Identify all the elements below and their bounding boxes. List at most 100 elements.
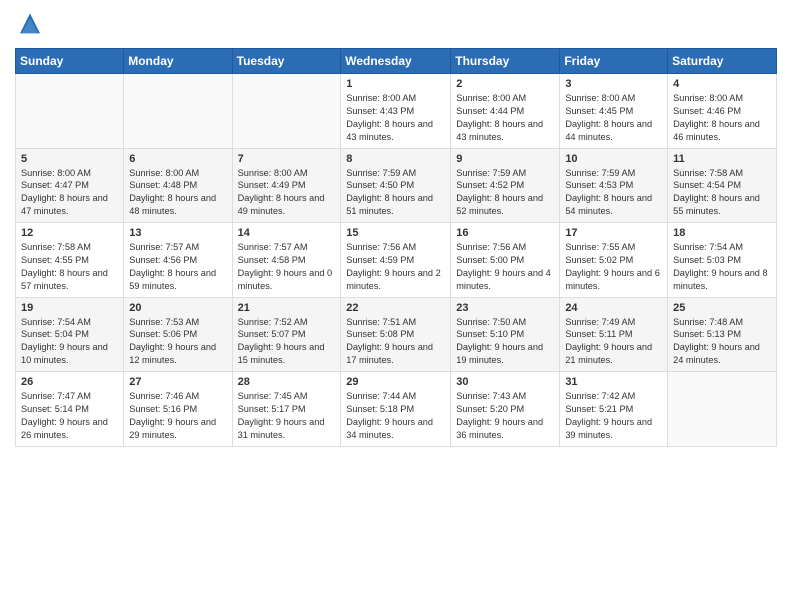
day-cell: 8 Sunrise: 7:59 AM Sunset: 4:50 PM Daylig… (341, 148, 451, 223)
weekday-header-tuesday: Tuesday (232, 49, 341, 74)
day-info: Sunrise: 7:54 AM Sunset: 5:03 PM Dayligh… (673, 241, 771, 293)
weekday-header-sunday: Sunday (16, 49, 124, 74)
day-cell: 1Sunrise: 8:00 AM Sunset: 4:43 PM Daylig… (341, 74, 451, 149)
day-info: Sunrise: 7:44 AM Sunset: 5:18 PM Dayligh… (346, 390, 445, 442)
calendar-table: SundayMondayTuesdayWednesdayThursdayFrid… (15, 48, 777, 447)
day-cell: 14 Sunrise: 7:57 AM Sunset: 4:58 PM Dayli… (232, 223, 341, 298)
day-info: Sunrise: 7:54 AM Sunset: 5:04 PM Dayligh… (21, 316, 118, 368)
day-number: 10 (565, 153, 662, 165)
day-info: Sunrise: 7:50 AM Sunset: 5:10 PM Dayligh… (456, 316, 554, 368)
day-cell: 12 Sunrise: 7:58 AM Sunset: 4:55 PM Dayli… (16, 223, 124, 298)
day-info: Sunrise: 7:43 AM Sunset: 5:20 PM Dayligh… (456, 390, 554, 442)
logo (15, 10, 47, 40)
day-number: 7 (238, 153, 336, 165)
day-number: 14 (238, 227, 336, 239)
day-cell: 21Sunrise: 7:52 AM Sunset: 5:07 PM Dayli… (232, 297, 341, 372)
day-cell: 4Sunrise: 8:00 AM Sunset: 4:46 PM Daylig… (668, 74, 777, 149)
day-cell: 6 Sunrise: 8:00 AM Sunset: 4:48 PM Daylig… (124, 148, 232, 223)
day-number: 12 (21, 227, 118, 239)
day-cell: 24Sunrise: 7:49 AM Sunset: 5:11 PM Dayli… (560, 297, 668, 372)
day-cell: 3 Sunrise: 8:00 AM Sunset: 4:45 PM Daylig… (560, 74, 668, 149)
day-info: Sunrise: 7:42 AM Sunset: 5:21 PM Dayligh… (565, 390, 662, 442)
day-number: 16 (456, 227, 554, 239)
day-info: Sunrise: 7:57 AM Sunset: 4:56 PM Dayligh… (129, 241, 226, 293)
day-info: Sunrise: 8:00 AM Sunset: 4:46 PM Dayligh… (673, 92, 771, 144)
day-cell (124, 74, 232, 149)
day-cell: 28Sunrise: 7:45 AM Sunset: 5:17 PM Dayli… (232, 372, 341, 447)
day-cell: 26 Sunrise: 7:47 AM Sunset: 5:14 PM Dayli… (16, 372, 124, 447)
day-number: 15 (346, 227, 445, 239)
weekday-header-monday: Monday (124, 49, 232, 74)
day-cell: 22Sunrise: 7:51 AM Sunset: 5:08 PM Dayli… (341, 297, 451, 372)
day-info: Sunrise: 7:52 AM Sunset: 5:07 PM Dayligh… (238, 316, 336, 368)
day-number: 26 (21, 376, 118, 388)
day-cell (668, 372, 777, 447)
header (15, 10, 777, 40)
day-info: Sunrise: 7:45 AM Sunset: 5:17 PM Dayligh… (238, 390, 336, 442)
day-info: Sunrise: 7:48 AM Sunset: 5:13 PM Dayligh… (673, 316, 771, 368)
day-info: Sunrise: 7:47 AM Sunset: 5:14 PM Dayligh… (21, 390, 118, 442)
day-cell: 11 Sunrise: 7:58 AM Sunset: 4:54 PM Dayli… (668, 148, 777, 223)
day-number: 11 (673, 153, 771, 165)
day-number: 3 (565, 78, 662, 90)
day-info: Sunrise: 7:55 AM Sunset: 5:02 PM Dayligh… (565, 241, 662, 293)
day-number: 6 (129, 153, 226, 165)
day-cell: 19Sunrise: 7:54 AM Sunset: 5:04 PM Dayli… (16, 297, 124, 372)
day-number: 29 (346, 376, 445, 388)
day-number: 25 (673, 302, 771, 314)
week-row-1: 1Sunrise: 8:00 AM Sunset: 4:43 PM Daylig… (16, 74, 777, 149)
day-cell: 29 Sunrise: 7:44 AM Sunset: 5:18 PM Dayli… (341, 372, 451, 447)
day-info: Sunrise: 7:59 AM Sunset: 4:50 PM Dayligh… (346, 167, 445, 219)
week-row-2: 5 Sunrise: 8:00 AM Sunset: 4:47 PM Daylig… (16, 148, 777, 223)
day-cell: 9Sunrise: 7:59 AM Sunset: 4:52 PM Daylig… (451, 148, 560, 223)
day-info: Sunrise: 8:00 AM Sunset: 4:45 PM Dayligh… (565, 92, 662, 144)
day-number: 13 (129, 227, 226, 239)
day-info: Sunrise: 7:56 AM Sunset: 5:00 PM Dayligh… (456, 241, 554, 293)
day-cell: 15 Sunrise: 7:56 AM Sunset: 4:59 PM Dayli… (341, 223, 451, 298)
day-number: 23 (456, 302, 554, 314)
day-info: Sunrise: 8:00 AM Sunset: 4:48 PM Dayligh… (129, 167, 226, 219)
day-info: Sunrise: 7:58 AM Sunset: 4:55 PM Dayligh… (21, 241, 118, 293)
week-row-5: 26 Sunrise: 7:47 AM Sunset: 5:14 PM Dayli… (16, 372, 777, 447)
day-cell: 20 Sunrise: 7:53 AM Sunset: 5:06 PM Dayli… (124, 297, 232, 372)
day-number: 30 (456, 376, 554, 388)
day-info: Sunrise: 8:00 AM Sunset: 4:47 PM Dayligh… (21, 167, 118, 219)
day-cell: 13 Sunrise: 7:57 AM Sunset: 4:56 PM Dayli… (124, 223, 232, 298)
day-number: 5 (21, 153, 118, 165)
day-number: 2 (456, 78, 554, 90)
day-info: Sunrise: 7:46 AM Sunset: 5:16 PM Dayligh… (129, 390, 226, 442)
week-row-3: 12 Sunrise: 7:58 AM Sunset: 4:55 PM Dayli… (16, 223, 777, 298)
day-cell: 7 Sunrise: 8:00 AM Sunset: 4:49 PM Daylig… (232, 148, 341, 223)
day-number: 17 (565, 227, 662, 239)
weekday-header-thursday: Thursday (451, 49, 560, 74)
day-cell: 31 Sunrise: 7:42 AM Sunset: 5:21 PM Dayli… (560, 372, 668, 447)
day-info: Sunrise: 7:49 AM Sunset: 5:11 PM Dayligh… (565, 316, 662, 368)
day-cell: 16 Sunrise: 7:56 AM Sunset: 5:00 PM Dayli… (451, 223, 560, 298)
weekday-header-wednesday: Wednesday (341, 49, 451, 74)
day-number: 18 (673, 227, 771, 239)
day-info: Sunrise: 7:56 AM Sunset: 4:59 PM Dayligh… (346, 241, 445, 293)
day-number: 22 (346, 302, 445, 314)
day-cell: 5 Sunrise: 8:00 AM Sunset: 4:47 PM Daylig… (16, 148, 124, 223)
weekday-header-saturday: Saturday (668, 49, 777, 74)
day-cell (16, 74, 124, 149)
day-cell (232, 74, 341, 149)
day-info: Sunrise: 7:57 AM Sunset: 4:58 PM Dayligh… (238, 241, 336, 293)
day-number: 9 (456, 153, 554, 165)
day-number: 8 (346, 153, 445, 165)
day-info: Sunrise: 7:58 AM Sunset: 4:54 PM Dayligh… (673, 167, 771, 219)
day-info: Sunrise: 7:53 AM Sunset: 5:06 PM Dayligh… (129, 316, 226, 368)
day-number: 1 (346, 78, 445, 90)
day-cell: 2 Sunrise: 8:00 AM Sunset: 4:44 PM Daylig… (451, 74, 560, 149)
weekday-header-friday: Friday (560, 49, 668, 74)
logo-icon (15, 10, 45, 40)
day-cell: 25 Sunrise: 7:48 AM Sunset: 5:13 PM Dayli… (668, 297, 777, 372)
day-info: Sunrise: 7:59 AM Sunset: 4:53 PM Dayligh… (565, 167, 662, 219)
day-info: Sunrise: 8:00 AM Sunset: 4:44 PM Dayligh… (456, 92, 554, 144)
calendar-container: SundayMondayTuesdayWednesdayThursdayFrid… (0, 0, 792, 612)
weekday-header-row: SundayMondayTuesdayWednesdayThursdayFrid… (16, 49, 777, 74)
day-cell: 23 Sunrise: 7:50 AM Sunset: 5:10 PM Dayli… (451, 297, 560, 372)
day-number: 20 (129, 302, 226, 314)
day-info: Sunrise: 8:00 AM Sunset: 4:49 PM Dayligh… (238, 167, 336, 219)
day-number: 31 (565, 376, 662, 388)
